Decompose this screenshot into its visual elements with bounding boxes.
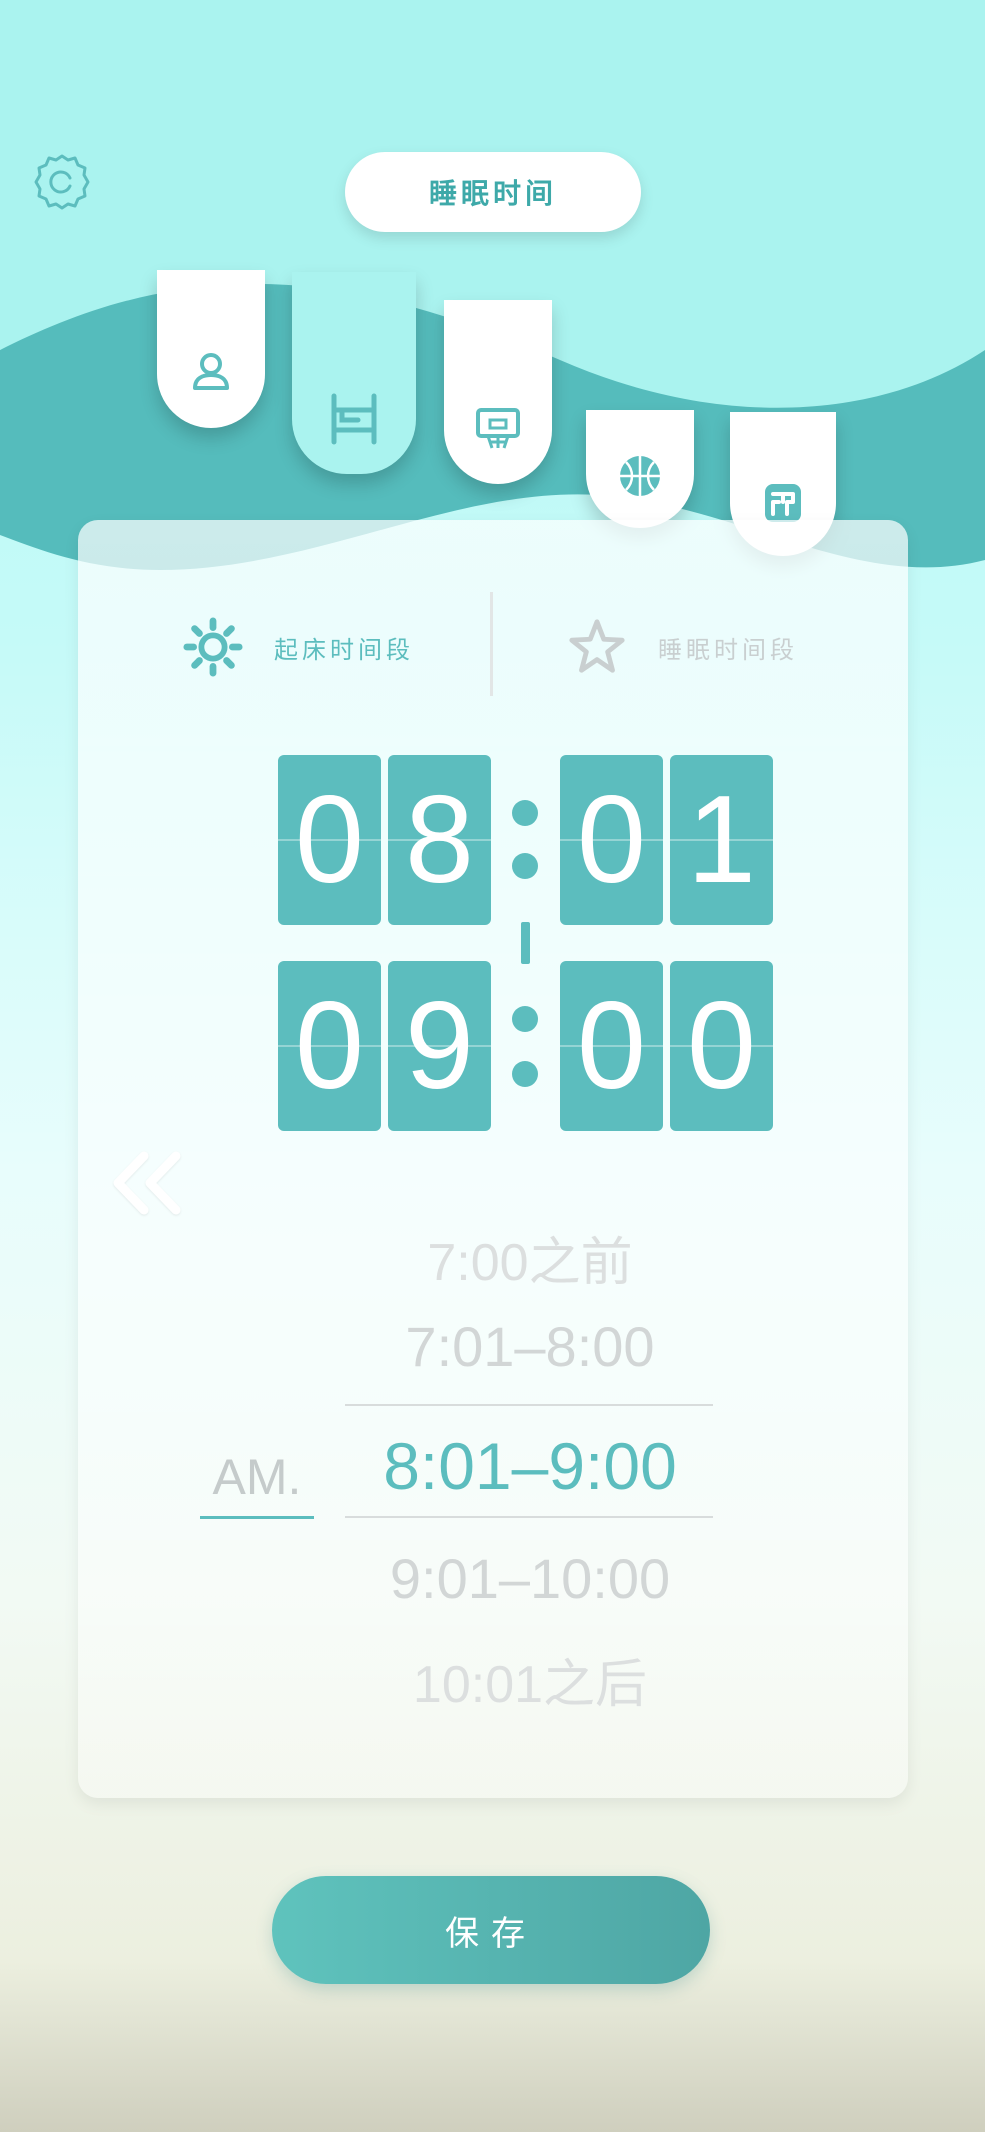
- period-label[interactable]: AM.: [200, 1448, 314, 1506]
- picker-option[interactable]: 10:01之后: [300, 1642, 760, 1717]
- end-minute-digit-1: 0: [560, 961, 663, 1131]
- start-hour-digit-2: 8: [388, 755, 491, 925]
- end-colon-bottom: [512, 1061, 538, 1087]
- segment-sleep-label: 睡眠时间段: [658, 635, 798, 664]
- picker-option[interactable]: 7:00之前: [300, 1220, 760, 1295]
- picker-option-selected[interactable]: 8:01–9:00: [300, 1428, 760, 1504]
- end-hour-digit-2: 9: [388, 961, 491, 1131]
- segment-wake-label: 起床时间段: [274, 635, 414, 664]
- tab-basketball[interactable]: [586, 410, 694, 528]
- start-minute-digit-1: 0: [560, 755, 663, 925]
- selection-line-top: [345, 1404, 713, 1406]
- basketball-icon: [620, 456, 660, 496]
- end-colon-top: [512, 1006, 538, 1032]
- start-colon-top: [512, 800, 538, 826]
- picker-option[interactable]: 9:01–10:00: [300, 1546, 760, 1611]
- picker-option[interactable]: 7:01–8:00: [300, 1314, 760, 1379]
- segment-sleep-time[interactable]: 睡眠时间段: [566, 612, 798, 682]
- star-icon: [569, 619, 625, 673]
- tab-person[interactable]: [157, 270, 265, 428]
- segment-divider: [490, 592, 493, 696]
- period-underline: [200, 1516, 314, 1519]
- start-hour-digit-1: 0: [278, 755, 381, 925]
- save-button[interactable]: 保存: [272, 1876, 710, 1984]
- basketball-hoop-icon: [476, 408, 520, 449]
- gear-icon: [34, 154, 90, 210]
- person-icon: [193, 353, 229, 390]
- end-hour-digit-1: 0: [278, 961, 381, 1131]
- end-minute-digit-2: 0: [670, 961, 773, 1131]
- double-chevron-left-icon: [113, 1151, 181, 1215]
- back-button[interactable]: [108, 1148, 188, 1218]
- sun-icon: [183, 617, 243, 677]
- selection-line-bottom: [345, 1516, 713, 1518]
- start-colon-bottom: [512, 853, 538, 879]
- tab-bed[interactable]: [292, 272, 416, 474]
- range-separator: [521, 922, 530, 964]
- bed-icon: [331, 393, 377, 445]
- start-minute-digit-2: 1: [670, 755, 773, 925]
- tab-basketball-hoop[interactable]: [444, 300, 552, 484]
- settings-gear-button[interactable]: [30, 150, 94, 214]
- segment-wake-time[interactable]: 起床时间段: [182, 612, 414, 682]
- page-title: 睡眠时间: [345, 152, 641, 232]
